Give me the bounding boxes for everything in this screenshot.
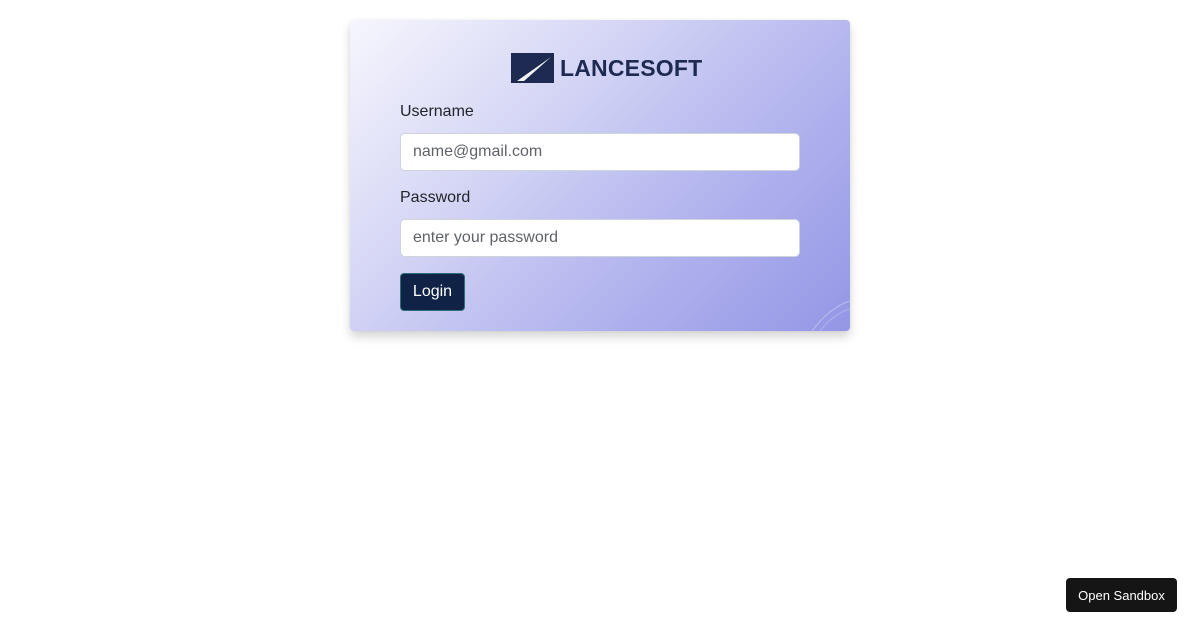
login-button[interactable]: Login [400,273,465,311]
lancesoft-logo-icon [511,53,554,83]
password-input[interactable] [400,219,800,257]
username-label: Username [400,103,474,120]
password-label: Password [400,189,471,206]
corner-decoration [811,300,850,331]
page: LANCESOFT Username Password Login Open S… [0,0,1200,630]
open-sandbox-button[interactable]: Open Sandbox [1066,578,1177,612]
brand-logo: LANCESOFT [511,53,702,83]
username-input[interactable] [400,133,800,171]
login-card: LANCESOFT Username Password Login [350,20,850,331]
brand-name: LANCESOFT [560,55,703,81]
